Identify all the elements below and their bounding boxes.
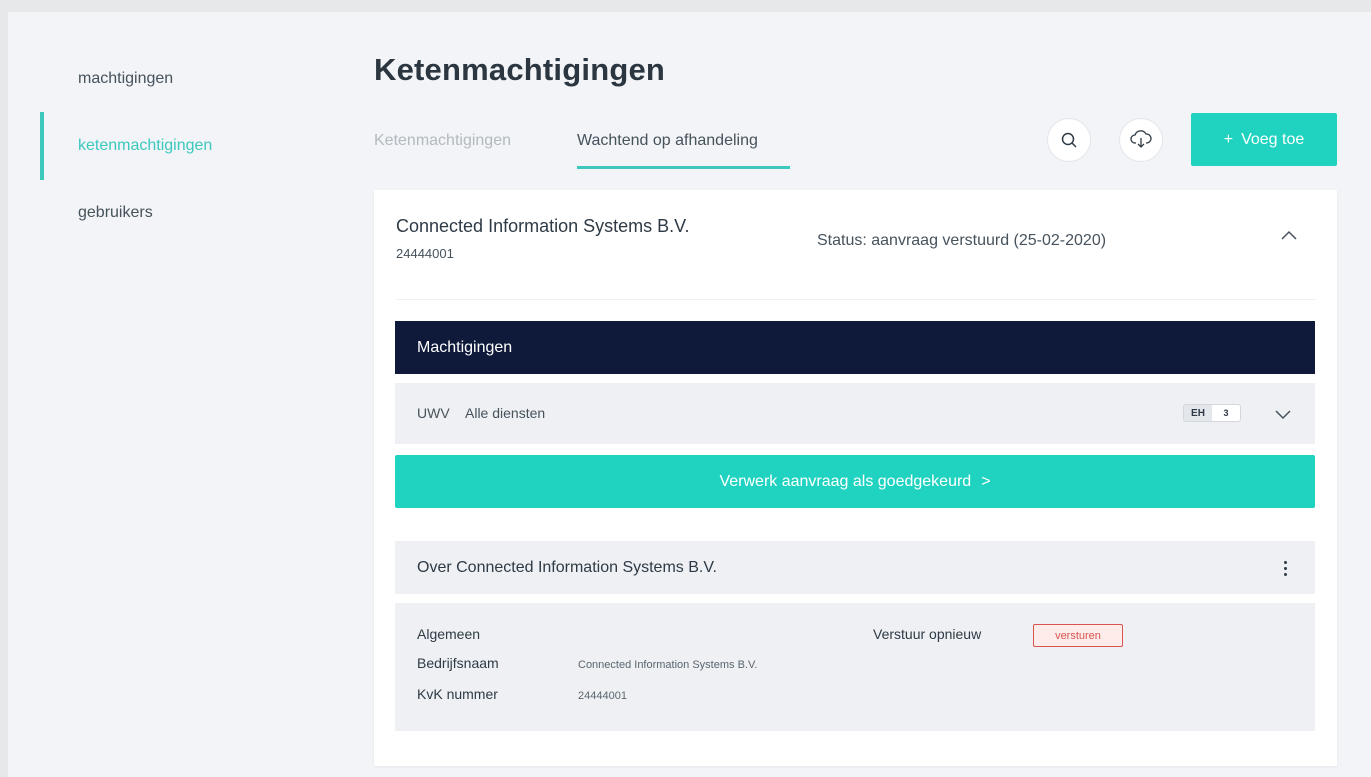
sidebar-item-ketenmachtigingen[interactable]: ketenmachtigingen <box>78 137 212 155</box>
approve-label: Verwerk aanvraag als goedgekeurd <box>719 472 972 490</box>
grant-service: Alle diensten <box>465 405 546 421</box>
about-section-header: Over Connected Information Systems B.V. <box>395 541 1315 594</box>
level-badge: EH 3 <box>1183 404 1241 422</box>
add-button-label: Voeg toe <box>1241 130 1305 148</box>
details-panel: Algemeen Bedrijfsnaam Connected Informat… <box>395 603 1315 731</box>
resend-button[interactable]: versturen <box>1033 624 1123 647</box>
search-icon <box>1061 132 1077 148</box>
kvk-value: 24444001 <box>578 690 627 702</box>
level-badge-key: EH <box>1184 405 1212 421</box>
kvk-label: KvK nummer <box>417 686 498 702</box>
tab-ketenmachtigingen[interactable]: Ketenmachtigingen <box>374 132 511 150</box>
company-label: Bedrijfsnaam <box>417 655 499 671</box>
chevron-down-icon <box>1275 410 1291 420</box>
tab-underline <box>577 166 790 169</box>
download-button[interactable] <box>1119 118 1163 162</box>
grant-row[interactable]: UWV Alle diensten EH 3 <box>395 383 1315 444</box>
section-title: Machtigingen <box>417 338 513 356</box>
sidebar: machtigingen ketenmachtigingen gebruiker… <box>8 12 338 777</box>
search-button[interactable] <box>1047 118 1091 162</box>
cloud-download-icon <box>1130 130 1152 148</box>
app-frame: machtigingen ketenmachtigingen gebruiker… <box>8 12 1371 777</box>
divider <box>396 299 1316 300</box>
approve-request-button[interactable]: Verwerk aanvraag als goedgekeurd > <box>395 455 1315 508</box>
about-title: Over Connected Information Systems B.V. <box>417 559 717 576</box>
request-card: Connected Information Systems B.V. 24444… <box>374 190 1337 766</box>
level-badge-value: 3 <box>1223 408 1229 418</box>
section-header: Machtigingen <box>395 321 1315 374</box>
company-value: Connected Information Systems B.V. <box>578 659 758 671</box>
active-indicator <box>40 112 44 180</box>
add-button[interactable]: + Voeg toe <box>1191 113 1337 166</box>
tab-wachtend-op-afhandeling[interactable]: Wachtend op afhandeling <box>577 132 758 150</box>
status-text: Status: aanvraag verstuurd (25-02-2020) <box>817 232 1107 249</box>
org-name: Connected Information Systems B.V. <box>396 216 690 236</box>
collapse-button[interactable] <box>1274 220 1304 250</box>
expand-grant-button[interactable] <box>1268 399 1298 429</box>
page-title: Ketenmachtigingen <box>374 52 666 87</box>
chevron-right-icon: > <box>981 472 991 490</box>
resend-label: Verstuur opnieuw <box>873 626 982 642</box>
grant-org: UWV <box>417 405 450 421</box>
sidebar-item-machtigingen[interactable]: machtigingen <box>78 70 173 88</box>
plus-icon: + <box>1223 130 1234 148</box>
chevron-up-icon <box>1281 230 1297 240</box>
org-id: 24444001 <box>396 246 454 261</box>
more-options-icon[interactable] <box>1275 555 1295 581</box>
sidebar-item-gebruikers[interactable]: gebruikers <box>78 204 153 222</box>
details-heading: Algemeen <box>417 626 481 642</box>
